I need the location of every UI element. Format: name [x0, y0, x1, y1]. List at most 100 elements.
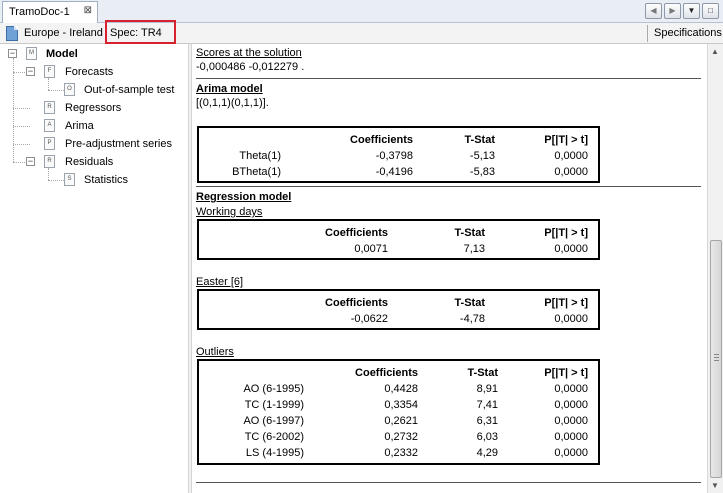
tree-item-forecasts[interactable]: − F Forecasts — [0, 64, 188, 80]
document-icon — [6, 26, 18, 41]
arima-spec: [(0,1,1)(0,1,1)]. — [196, 97, 269, 109]
table-header: T-Stat — [454, 297, 485, 309]
tree-item-out-of-sample-test[interactable]: O Out-of-sample test — [0, 82, 188, 98]
tab-navigation: ◀ ▶ ▼ □ — [645, 3, 719, 19]
grip-icon — [714, 354, 719, 361]
table-header — [199, 365, 304, 381]
table-header — [588, 365, 598, 381]
table-header — [199, 132, 281, 148]
tree-item-label: Forecasts — [65, 66, 114, 78]
pvalue-cell: 0,0000 — [554, 243, 588, 255]
tstat-cell: 8,91 — [476, 383, 498, 395]
table-cell — [588, 148, 598, 164]
row-label: TC (1-1999) — [244, 399, 304, 411]
table-header: Coefficients — [355, 367, 418, 379]
specifications-button[interactable]: Specifications — [654, 27, 722, 39]
scroll-left-button[interactable]: ◀ — [645, 3, 662, 19]
coefficient-cell: 0,2332 — [384, 447, 418, 459]
section-divider — [196, 78, 701, 79]
table-header — [588, 225, 598, 241]
table-cell — [588, 311, 598, 327]
table-row: AO (6-1997) 0,2621 6,31 0,0000 — [199, 413, 598, 429]
table-header-row: Coefficients T-Stat P[|T| > t] — [199, 225, 598, 241]
table-header: P[|T| > t] — [544, 134, 588, 146]
regression-title: Regression model — [196, 191, 292, 203]
tstat-cell: -5,13 — [469, 150, 495, 162]
scroll-down-icon[interactable]: ▼ — [711, 481, 719, 490]
table-row: -0,0622 -4,78 0,0000 — [199, 311, 598, 327]
row-label — [199, 241, 281, 257]
tstat-cell: -5,83 — [469, 166, 495, 178]
tree-item-residuals[interactable]: − R Residuals — [0, 154, 188, 170]
easter-title: Easter [6] — [196, 276, 244, 288]
tstat-cell: 6,03 — [476, 431, 498, 443]
pvalue-cell: 0,0000 — [554, 431, 588, 443]
regressors-node-icon: R — [44, 101, 55, 114]
table-header-row: Coefficients T-Stat P[|T| > t] — [199, 295, 598, 311]
collapse-icon[interactable]: − — [8, 49, 17, 58]
table-cell — [588, 445, 598, 461]
pvalue-cell: 0,0000 — [554, 150, 588, 162]
row-label: AO (6-1997) — [243, 415, 304, 427]
arima-node-icon: A — [44, 119, 55, 132]
table-header: P[|T| > t] — [544, 227, 588, 239]
table-header: T-Stat — [464, 134, 495, 146]
tree-item-model[interactable]: − M Model — [0, 46, 188, 62]
table-cell — [588, 164, 598, 180]
coefficient-cell: 0,2621 — [384, 415, 418, 427]
table-header: T-Stat — [454, 227, 485, 239]
collapse-icon[interactable]: − — [26, 67, 35, 76]
table-header-row: Coefficients T-Stat P[|T| > t] — [199, 365, 598, 381]
tree-item-label: Pre-adjustment series — [65, 138, 172, 150]
section-divider — [196, 482, 701, 483]
tstat-cell: 4,29 — [476, 447, 498, 459]
tab-list-button[interactable]: ▼ — [683, 3, 700, 19]
scores-title: Scores at the solution — [196, 47, 302, 59]
arima-title: Arima model — [196, 83, 263, 95]
section-divider — [196, 186, 701, 187]
scroll-up-icon[interactable]: ▲ — [711, 47, 719, 56]
table-row: TC (6-2002) 0,2732 6,03 0,0000 — [199, 429, 598, 445]
pre-adjustment-node-icon: P — [44, 137, 55, 150]
easter-table: Coefficients T-Stat P[|T| > t] -0,0622 -… — [197, 289, 600, 330]
pvalue-cell: 0,0000 — [554, 399, 588, 411]
working-days-table: Coefficients T-Stat P[|T| > t] 0,0071 7,… — [197, 219, 600, 260]
tab-tramodoc[interactable]: TramoDoc-1 ⊠ — [2, 1, 98, 23]
scrollbar-thumb[interactable] — [710, 240, 722, 478]
coefficient-cell: 0,3354 — [384, 399, 418, 411]
tree-item-arima[interactable]: A Arima — [0, 118, 188, 134]
scroll-right-button[interactable]: ▶ — [664, 3, 681, 19]
pvalue-cell: 0,0000 — [554, 383, 588, 395]
coefficient-cell: 0,2732 — [384, 431, 418, 443]
tree-item-pre-adjustment-series[interactable]: P Pre-adjustment series — [0, 136, 188, 152]
pvalue-cell: 0,0000 — [554, 415, 588, 427]
table-header: P[|T| > t] — [544, 367, 588, 379]
tab-title: TramoDoc-1 — [9, 6, 70, 18]
tree-item-statistics[interactable]: S Statistics — [0, 172, 188, 188]
table-row: TC (1-1999) 0,3354 7,41 0,0000 — [199, 397, 598, 413]
working-days-title: Working days — [196, 206, 263, 218]
close-icon[interactable]: ⊠ — [84, 5, 92, 16]
table-header: P[|T| > t] — [544, 297, 588, 309]
pvalue-cell: 0,0000 — [554, 313, 588, 325]
statistics-node-icon: S — [64, 173, 75, 186]
spec-label[interactable]: Spec: TR4 — [105, 20, 176, 44]
table-cell — [588, 381, 598, 397]
row-label: TC (6-2002) — [244, 431, 304, 443]
vertical-scrollbar[interactable]: ▲ ▼ — [707, 44, 723, 493]
table-header — [588, 132, 598, 148]
tree-item-label: Regressors — [65, 102, 122, 114]
restore-window-button[interactable]: □ — [702, 3, 719, 19]
table-cell — [588, 241, 598, 257]
table-cell — [588, 429, 598, 445]
results-tree: − M Model − F Forecasts O Out-of-sample … — [0, 44, 188, 493]
tree-item-label: Statistics — [84, 174, 129, 186]
row-label: BTheta(1) — [232, 166, 281, 178]
collapse-icon[interactable]: − — [26, 157, 35, 166]
tree-item-regressors[interactable]: R Regressors — [0, 100, 188, 116]
tstat-cell: -4,78 — [459, 313, 485, 325]
table-header — [199, 295, 281, 311]
spec-text: Spec: TR4 — [110, 27, 162, 39]
model-output-panel: Scores at the solution -0,000486 -0,0122… — [192, 44, 707, 493]
pvalue-cell: 0,0000 — [554, 166, 588, 178]
